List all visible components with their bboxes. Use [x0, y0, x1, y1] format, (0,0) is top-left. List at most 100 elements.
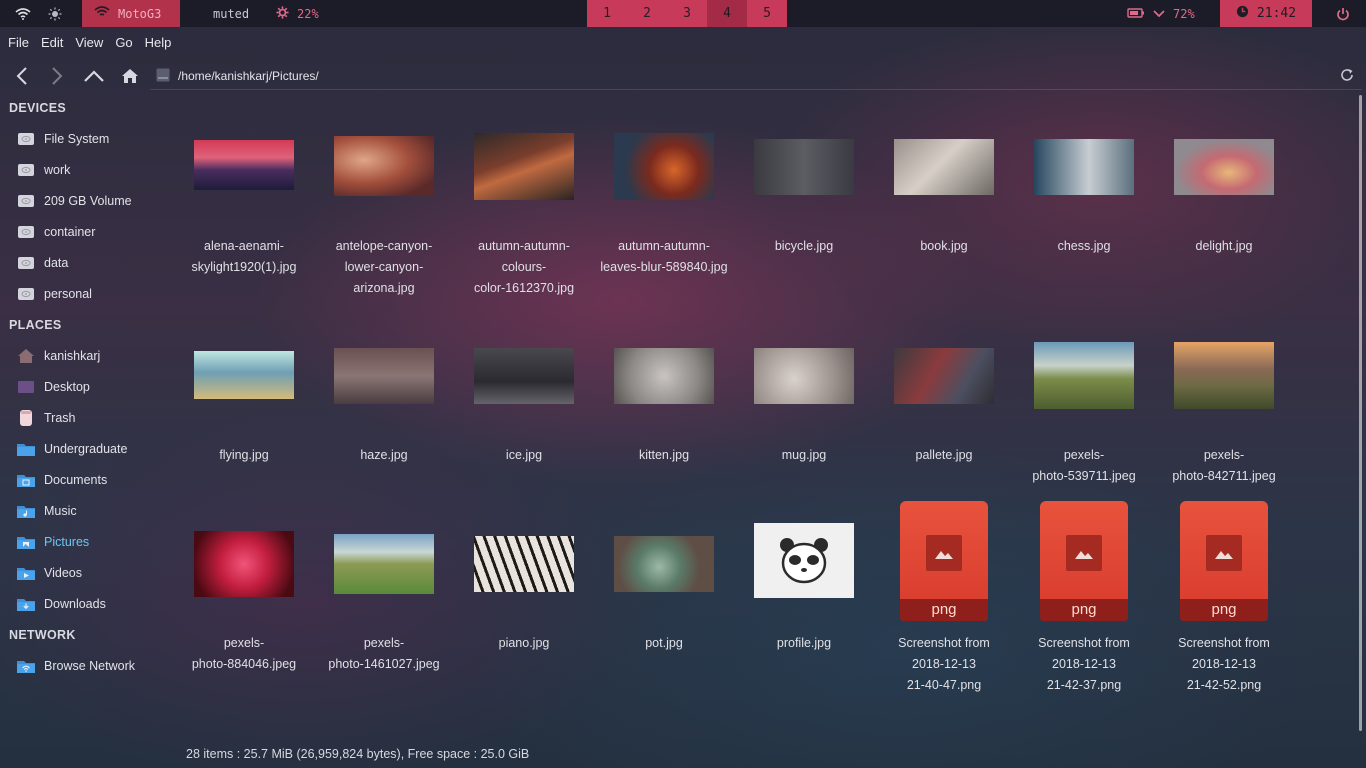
file-item[interactable]: png Screenshot from 2018-12-13 21-40-47.png [874, 490, 1014, 692]
file-item[interactable]: autumn-autumn-leaves-blur-589840.jpg [594, 93, 734, 293]
file-item[interactable]: pexels-photo-1461027.jpeg [314, 490, 454, 690]
file-name: flying.jpg [174, 445, 314, 466]
file-name: ice.jpg [454, 445, 594, 466]
sidebar-item-pictures[interactable]: Pictures [16, 529, 89, 555]
file-name: Screenshot from 2018-12-13 21-42-37.png [1014, 633, 1154, 696]
menu-go[interactable]: Go [107, 35, 136, 50]
file-item[interactable]: autumn-autumn-colours-color-1612370.jpg [454, 93, 594, 295]
workspace-3[interactable]: 3 [667, 0, 707, 27]
file-name-line: ice.jpg [505, 448, 543, 462]
image-thumbnail [474, 536, 574, 592]
chevron-down-icon [1153, 7, 1165, 21]
file-item[interactable]: profile.jpg [734, 490, 874, 690]
image-thumbnail [894, 348, 994, 404]
file-name-line: 21-40-47.png [906, 678, 982, 692]
brightness-icon[interactable] [40, 0, 70, 27]
sidebar-item-label: Documents [44, 473, 108, 487]
menu-edit[interactable]: Edit [33, 35, 67, 50]
sidebar-item-documents[interactable]: Documents [16, 467, 107, 493]
sidebar-item-209-gb-volume[interactable]: 209 GB Volume [16, 188, 132, 214]
sidebar-item-videos[interactable]: Videos [16, 560, 82, 586]
file-name-line: alena-aenami- [204, 239, 284, 253]
status-text: 28 items : 25.7 MiB (26,959,824 bytes), … [186, 747, 530, 761]
sidebar-item-browse-network[interactable]: Browse Network [16, 653, 135, 679]
back-button[interactable] [7, 61, 37, 91]
location-bar[interactable]: /home/kanishkarj/Pictures/ [150, 63, 1362, 90]
file-item[interactable]: piano.jpg [454, 490, 594, 690]
file-name: book.jpg [874, 236, 1014, 257]
wifi-icon[interactable] [8, 0, 38, 27]
sidebar-item-label: container [44, 225, 96, 239]
cpu-indicator[interactable]: 22% [276, 0, 319, 27]
sidebar-item-music[interactable]: Music [16, 498, 77, 524]
file-item[interactable]: book.jpg [874, 93, 1014, 293]
desktop-icon [16, 378, 36, 396]
clock-icon [1236, 5, 1249, 22]
workspace-1[interactable]: 1 [587, 0, 627, 27]
wifi-signal-icon [94, 6, 110, 21]
file-item[interactable]: pexels-photo-884046.jpeg [174, 490, 314, 690]
sidebar-item-data[interactable]: data [16, 250, 68, 276]
file-item[interactable]: chess.jpg [1014, 93, 1154, 293]
file-item[interactable]: pot.jpg [594, 490, 734, 690]
menu-help[interactable]: Help [137, 35, 176, 50]
image-thumbnail [194, 531, 294, 597]
sidebar-item-work[interactable]: work [16, 157, 70, 183]
image-thumbnail [1174, 139, 1274, 195]
up-button[interactable] [79, 61, 109, 91]
file-name: autumn-autumn-colours-color-1612370.jpg [454, 236, 594, 299]
devices-heading: DEVICES [9, 101, 66, 115]
file-item[interactable]: antelope-canyon-lower-canyon-arizona.jpg [314, 93, 454, 295]
image-thumbnail [1034, 139, 1134, 195]
file-item[interactable]: png Screenshot from 2018-12-13 21-42-37.png [1014, 490, 1154, 692]
file-name: kitten.jpg [594, 445, 734, 466]
file-item[interactable]: pallete.jpg [874, 302, 1014, 502]
menu-file[interactable]: File [0, 35, 33, 50]
workspace-4[interactable]: 4 [707, 0, 747, 27]
sidebar-item-personal[interactable]: personal [16, 281, 92, 307]
sidebar-item-kanishkarj[interactable]: kanishkarj [16, 343, 100, 369]
file-item[interactable]: kitten.jpg [594, 302, 734, 502]
forward-button[interactable] [42, 61, 72, 91]
sidebar-item-label: Music [44, 504, 77, 518]
battery-indicator[interactable]: 72% [1127, 0, 1195, 27]
network-indicator[interactable]: MotoG3 [82, 0, 180, 27]
sidebar-item-file-system[interactable]: File System [16, 126, 109, 152]
battery-icon [1127, 7, 1145, 21]
sidebar-item-downloads[interactable]: Downloads [16, 591, 106, 617]
sidebar-item-label: Trash [44, 411, 76, 425]
file-name: alena-aenami-skylight1920(1).jpg [174, 236, 314, 278]
workspace-5[interactable]: 5 [747, 0, 787, 27]
file-item[interactable]: ice.jpg [454, 302, 594, 502]
file-item[interactable]: flying.jpg [174, 302, 314, 502]
sidebar-item-container[interactable]: container [16, 219, 95, 245]
file-item[interactable]: bicycle.jpg [734, 93, 874, 293]
clock[interactable]: 21:42 [1220, 0, 1312, 27]
file-item[interactable]: alena-aenami-skylight1920(1).jpg [174, 93, 314, 293]
file-item[interactable]: delight.jpg [1154, 93, 1294, 293]
sidebar-item-desktop[interactable]: Desktop [16, 374, 90, 400]
file-name-line: pot.jpg [645, 636, 683, 650]
file-name: Screenshot from 2018-12-13 21-40-47.png [874, 633, 1014, 696]
file-item[interactable]: haze.jpg [314, 302, 454, 502]
file-type-badge: png [1180, 599, 1268, 621]
clock-time: 21:42 [1256, 6, 1297, 21]
volume-status[interactable]: muted [213, 0, 249, 27]
power-icon[interactable] [1328, 0, 1358, 27]
folder-icon [16, 440, 36, 458]
location-path[interactable]: /home/kanishkarj/Pictures/ [178, 69, 319, 83]
file-name: pexels-photo-884046.jpeg [174, 633, 314, 675]
home-button[interactable] [115, 61, 145, 91]
workspace-2[interactable]: 2 [627, 0, 667, 27]
file-name-line: 2018-12-13 [1192, 657, 1256, 671]
scrollbar[interactable] [1359, 95, 1362, 731]
file-item[interactable]: pexels-photo-539711.jpeg [1014, 302, 1154, 502]
sidebar-item-undergraduate[interactable]: Undergraduate [16, 436, 127, 462]
file-item[interactable]: mug.jpg [734, 302, 874, 502]
file-item[interactable]: png Screenshot from 2018-12-13 21-42-52.png [1154, 490, 1294, 692]
refresh-icon[interactable] [1340, 67, 1354, 86]
sidebar-item-trash[interactable]: Trash [16, 405, 76, 431]
sidebar-item-label: kanishkarj [44, 349, 101, 363]
menu-view[interactable]: View [67, 35, 107, 50]
file-item[interactable]: pexels-photo-842711.jpeg [1154, 302, 1294, 502]
